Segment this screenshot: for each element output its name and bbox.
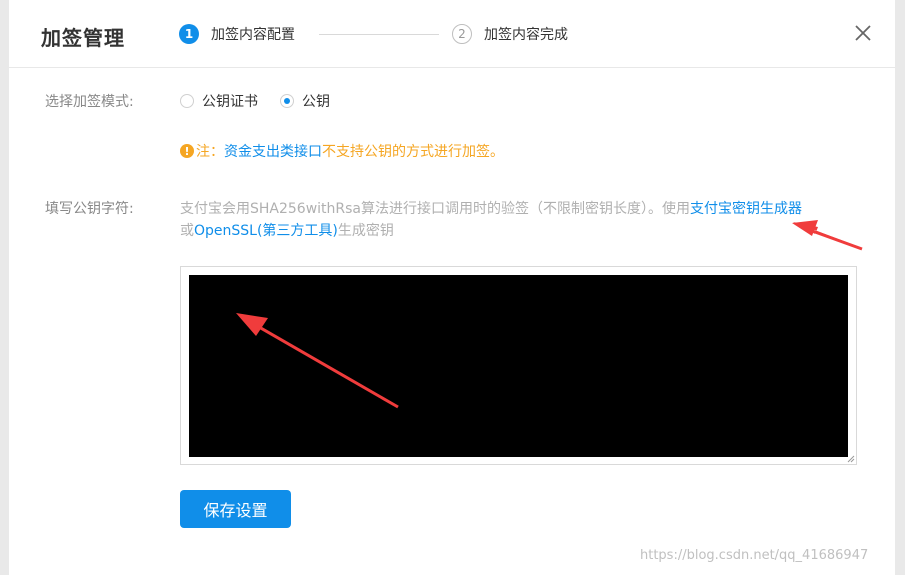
public-key-textarea[interactable] xyxy=(189,275,848,457)
note-highlight: 资金支出类接口 xyxy=(224,144,322,160)
dialog-header: 加签管理 1 加签内容配置 2 加签内容完成 xyxy=(9,0,895,68)
dialog-title: 加签管理 xyxy=(41,26,125,50)
desc-part-3: 生成密钥 xyxy=(337,223,394,239)
step-2-number: 2 xyxy=(452,24,472,44)
dialog: 加签管理 1 加签内容配置 2 加签内容完成 选择加签模式: 公钥证书 公钥 !… xyxy=(9,0,895,575)
radio-public-key-cert[interactable]: 公钥证书 xyxy=(180,91,258,111)
mode-label: 选择加签模式: xyxy=(45,94,134,110)
close-icon[interactable] xyxy=(853,23,873,43)
step-2: 2 加签内容完成 xyxy=(452,22,568,46)
radio-public-key[interactable]: 公钥 xyxy=(280,91,330,111)
step-1-label: 加签内容配置 xyxy=(211,27,295,43)
radio-public-key-cert-circle[interactable] xyxy=(180,94,194,108)
desc-part-1: 支付宝会用SHA256withRsa算法进行接口调用时的验签（不限制密钥长度）。… xyxy=(180,201,691,217)
warning-icon: ! xyxy=(180,144,194,158)
step-2-label: 加签内容完成 xyxy=(484,27,568,43)
openssl-link[interactable]: OpenSSL(第三方工具) xyxy=(194,223,338,239)
note: ! 注： 资金支出类接口 不支持公钥的方式进行加签。 xyxy=(180,141,504,161)
key-textarea-wrapper xyxy=(180,266,857,465)
step-1: 1 加签内容配置 xyxy=(179,22,295,46)
note-suffix: 不支持公钥的方式进行加签。 xyxy=(322,144,504,160)
mode-radio-group: 公钥证书 公钥 xyxy=(180,91,352,111)
save-button[interactable]: 保存设置 xyxy=(180,490,291,528)
step-1-number: 1 xyxy=(179,24,199,44)
radio-public-key-label: 公钥 xyxy=(302,94,330,110)
key-generator-link[interactable]: 支付宝密钥生成器 xyxy=(690,201,802,217)
radio-public-key-circle[interactable] xyxy=(280,94,294,108)
radio-public-key-cert-label: 公钥证书 xyxy=(202,94,258,110)
watermark: https://blog.csdn.net/qq_41686947 xyxy=(640,548,869,563)
step-connector xyxy=(319,34,439,35)
resize-handle-icon[interactable] xyxy=(847,455,855,463)
desc-part-2: 或 xyxy=(180,223,194,239)
key-field-label: 填写公钥字符: xyxy=(45,201,134,217)
note-prefix: 注： xyxy=(196,144,224,160)
key-field-description: 支付宝会用SHA256withRsa算法进行接口调用时的验签（不限制密钥长度）。… xyxy=(180,198,870,242)
